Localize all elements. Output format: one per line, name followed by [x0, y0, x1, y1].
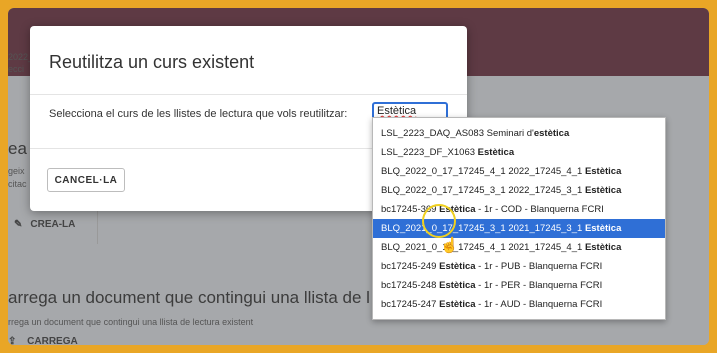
course-option-detail: - 1r - COD - Blanquerna FCRI [475, 204, 604, 215]
course-option-code: BLQ_2021_0_17_17245_3_1 2021_17245_3_1 [381, 223, 585, 234]
course-search-value: Estètica [377, 105, 417, 117]
course-option[interactable]: BLQ_2021_0_17_17245_3_1 2021_17245_3_1 E… [373, 219, 665, 238]
crea-la-label: CREA-LA [30, 218, 76, 230]
app-frame: 2022_ ecci ea geix citac ✎ CREA-LA arreg… [8, 8, 709, 345]
course-option-detail: - 1r - PER - Blanquerna FCRI [475, 280, 603, 291]
crea-description-line2: citac [8, 179, 27, 189]
course-option[interactable]: BLQ_2022_0_17_17245_3_1 2022_17245_3_1 E… [373, 181, 665, 200]
course-option[interactable]: bc17245-249 Estètica - 1r - PUB - Blanqu… [373, 257, 665, 276]
carrega-button[interactable]: ⇪ CARREGA [8, 336, 78, 345]
course-option-code: BLQ_2021_0_17_17245_4_1 2021_17245_4_1 [381, 242, 585, 253]
pencil-icon: ✎ [14, 218, 23, 230]
course-option-code: LSL_2223_DAQ_AS083 Seminari d' [381, 128, 534, 139]
cursor-highlight-ring [422, 204, 456, 238]
course-option-match: Estètica [584, 223, 622, 234]
crea-heading: ea [8, 139, 27, 158]
course-option[interactable]: bc17245-248 Estètica - 1r - PER - Blanqu… [373, 276, 665, 295]
course-options-list: LSL_2223_DAQ_AS083 Seminari d'estètica LS… [372, 117, 666, 320]
course-option-match: Estètica [584, 242, 622, 253]
course-option-match: Estètica [439, 261, 476, 272]
dialog-title: Reutilitza un curs existent [49, 52, 255, 72]
upload-icon: ⇪ [8, 336, 17, 345]
carrega-label: CARREGA [27, 336, 78, 345]
course-option[interactable]: LSL_2223_DF_X1063 Estètica [373, 143, 665, 162]
course-option-code: bc17245-248 [381, 280, 440, 291]
carrega-description: rrega un document que contingui una llis… [8, 317, 254, 327]
course-select-label: Selecciona el curs de les llistes de lec… [49, 108, 348, 120]
course-option-match: Estètica [477, 147, 515, 158]
course-option[interactable]: bc17245-369 Estètica - 1r - COD - Blanqu… [373, 200, 665, 219]
course-option-detail: - 1r - AUD - Blanquerna FCRI [475, 299, 603, 310]
crea-description-line1: geix [8, 166, 25, 176]
course-option-code: bc17245-249 [381, 261, 440, 272]
course-option[interactable]: BLQ_2022_0_17_17245_4_1 2022_17245_4_1 E… [373, 162, 665, 181]
course-option-match: Estètica [439, 280, 476, 291]
course-option-code: LSL_2223_DF_X1063 [381, 147, 478, 158]
course-option-match: Estètica [584, 185, 622, 196]
course-option-match: estètica [533, 128, 570, 139]
course-option-match: Estètica [439, 299, 476, 310]
hand-cursor-icon: ☝ [440, 237, 459, 254]
dialog-divider-top [30, 94, 467, 95]
course-option-code: bc17245-247 [381, 299, 440, 310]
course-option-code: BLQ_2022_0_17_17245_4_1 2022_17245_4_1 [381, 166, 585, 177]
course-option-match: Estètica [584, 166, 622, 177]
course-option[interactable]: LSL_2223_DAQ_AS083 Seminari d'estètica [373, 124, 665, 143]
course-option[interactable]: BLQ_2021_0_17_17245_4_1 2021_17245_4_1 E… [373, 238, 665, 257]
course-option-code: BLQ_2022_0_17_17245_3_1 2022_17245_3_1 [381, 185, 585, 196]
carrega-heading: arrega un document que contingui una lli… [8, 288, 370, 307]
cancel-button[interactable]: CANCEL·LA [47, 168, 125, 192]
bg-seccio-fragment: ecci [8, 64, 25, 74]
course-option-detail: - 1r - PUB - Blanquerna FCRI [475, 261, 603, 272]
course-option[interactable]: bc17245-247 Estètica - 1r - AUD - Blanqu… [373, 295, 665, 314]
